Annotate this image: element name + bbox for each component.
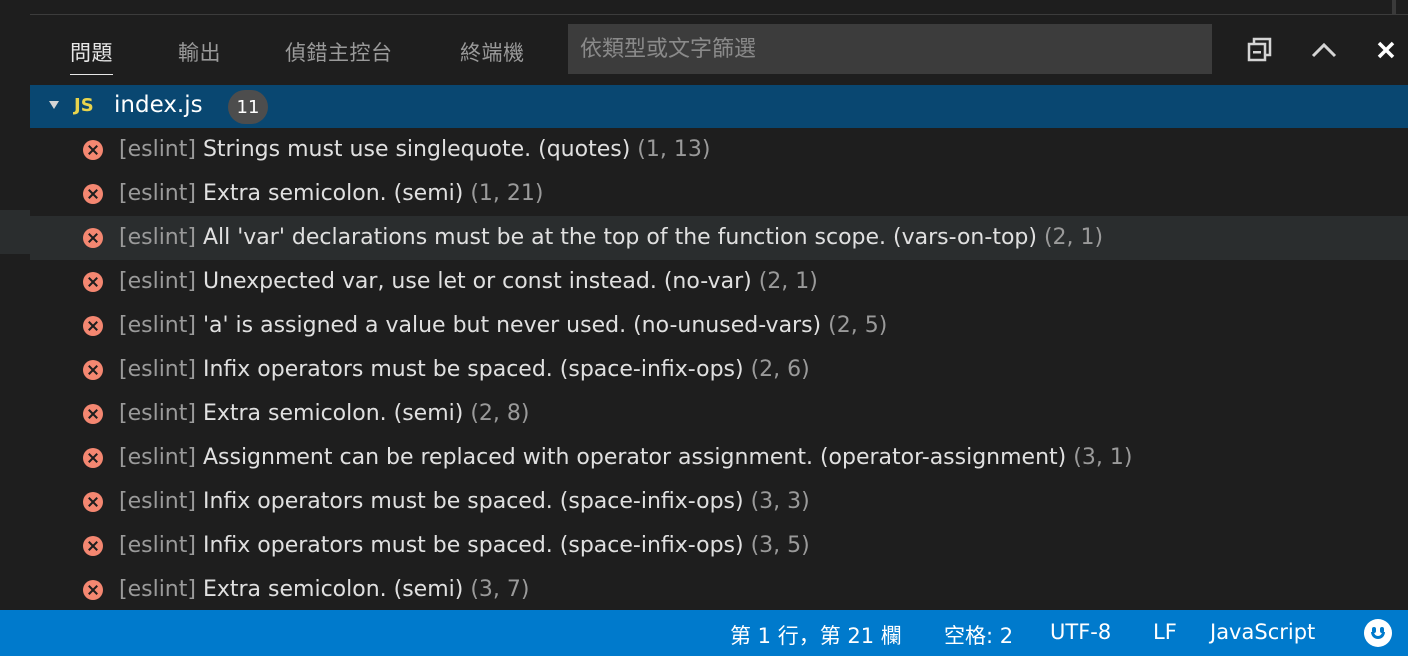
problem-message: Extra semicolon. (semi) [202,401,464,426]
problems-panel: 問題 輸出 偵錯主控台 終端機 依類型或文字篩選 JS index.js 11 … [30,15,1408,610]
problem-location: (3, 5) [750,533,810,558]
problem-location: (2, 6) [750,357,810,382]
problem-message: All 'var' declarations must be at the to… [202,225,1037,250]
language-mode[interactable]: JavaScript [1210,620,1315,644]
problem-location: (2, 1) [1043,225,1104,250]
editor-scrollbar[interactable] [1392,0,1396,14]
error-icon [83,360,103,380]
problem-message: Infix operators must be spaced. (space-i… [202,533,744,558]
line-ending-setting[interactable]: LF [1153,620,1177,644]
problem-location: (1, 13) [637,137,711,162]
problem-message: 'a' is assigned a value but never used. … [202,313,822,338]
tab-problems[interactable]: 問題 [70,37,113,75]
javascript-file-icon: JS [74,95,94,116]
problem-row[interactable]: [eslint] Infix operators must be spaced.… [30,524,1408,568]
cursor-position[interactable]: 第 1 行，第 21 欄 [730,620,902,650]
encoding-setting[interactable]: UTF-8 [1050,620,1111,644]
error-icon [83,316,103,336]
maximize-panel-button[interactable] [1309,35,1339,65]
error-icon [83,184,103,204]
problem-row[interactable]: [eslint] Strings must use singlequote. (… [30,128,1408,172]
problem-location: (2, 5) [828,313,888,338]
problem-row[interactable]: [eslint] Extra semicolon. (semi) (1, 21) [30,172,1408,216]
problem-location: (3, 1) [1073,445,1133,470]
editor-gutter [0,0,31,610]
problem-message: Extra semicolon. (semi) [202,181,464,206]
problem-row[interactable]: [eslint] Infix operators must be spaced.… [30,480,1408,524]
vscode-window: 問題 輸出 偵錯主控台 終端機 依類型或文字篩選 JS index.js 11 … [0,0,1408,656]
problem-source: [eslint] [119,401,196,426]
error-icon [83,536,103,556]
problem-source: [eslint] [119,445,196,470]
problem-source: [eslint] [119,181,196,206]
problems-list: [eslint] Strings must use singlequote. (… [30,128,1408,612]
tab-output[interactable]: 輸出 [178,37,221,67]
problem-location: (2, 8) [470,401,530,426]
panel-header: 問題 輸出 偵錯主控台 終端機 [30,15,1408,85]
error-icon [83,228,103,248]
filter-box[interactable] [568,24,1212,74]
filter-input[interactable] [578,35,1212,63]
file-name: index.js [114,92,203,118]
problem-source: [eslint] [119,577,196,602]
problem-count-badge: 11 [228,90,268,124]
problem-location: (3, 3) [750,489,810,514]
tab-debug-console[interactable]: 偵錯主控台 [285,37,393,67]
problem-message: Infix operators must be spaced. (space-i… [202,357,744,382]
tab-terminal[interactable]: 終端機 [460,37,525,67]
expanded-twistie-icon[interactable] [49,101,59,109]
problem-row[interactable]: [eslint] 'a' is assigned a value but nev… [30,304,1408,348]
problem-row[interactable]: [eslint] All 'var' declarations must be … [30,216,1408,260]
problem-message: Strings must use singlequote. (quotes) [202,137,631,162]
problem-row[interactable]: [eslint] Infix operators must be spaced.… [30,348,1408,392]
problem-location: (2, 1) [758,269,818,294]
problem-message: Unexpected var, use let or const instead… [202,269,752,294]
indentation-setting[interactable]: 空格: 2 [944,620,1013,650]
problem-source: [eslint] [119,489,196,514]
problem-message: Assignment can be replaced with operator… [202,445,1067,470]
error-icon [83,272,103,292]
problem-location: (3, 7) [470,577,530,602]
chevron-up-icon [1311,42,1337,58]
problem-source: [eslint] [119,313,196,338]
problem-row[interactable]: [eslint] Extra semicolon. (semi) (3, 7) [30,568,1408,612]
problem-source: [eslint] [119,357,196,382]
close-panel-button[interactable] [1371,35,1401,65]
problem-source: [eslint] [119,269,196,294]
editor-bottom-edge [30,0,1408,15]
status-bar: 第 1 行，第 21 欄 空格: 2 UTF-8 LF JavaScript [0,610,1408,656]
gutter-selection [0,210,30,254]
smiley-mouth [1371,632,1385,639]
problem-row[interactable]: [eslint] Assignment can be replaced with… [30,436,1408,480]
problem-message: Extra semicolon. (semi) [202,577,464,602]
close-icon [1377,41,1395,59]
collapse-all-button[interactable] [1245,35,1275,65]
error-icon [83,580,103,600]
problem-source: [eslint] [119,533,196,558]
error-icon [83,140,103,160]
problem-message: Infix operators must be spaced. (space-i… [202,489,744,514]
file-group-row[interactable]: JS index.js 11 [30,85,1408,128]
collapse-all-icon [1247,37,1272,62]
error-icon [83,404,103,424]
problem-row[interactable]: [eslint] Unexpected var, use let or cons… [30,260,1408,304]
problem-source: [eslint] [119,137,196,162]
error-icon [83,448,103,468]
error-icon [83,492,103,512]
problem-source: [eslint] [119,225,196,250]
problem-location: (1, 21) [470,181,544,206]
feedback-smiley-icon[interactable] [1364,619,1392,647]
problem-row[interactable]: [eslint] Extra semicolon. (semi) (2, 8) [30,392,1408,436]
